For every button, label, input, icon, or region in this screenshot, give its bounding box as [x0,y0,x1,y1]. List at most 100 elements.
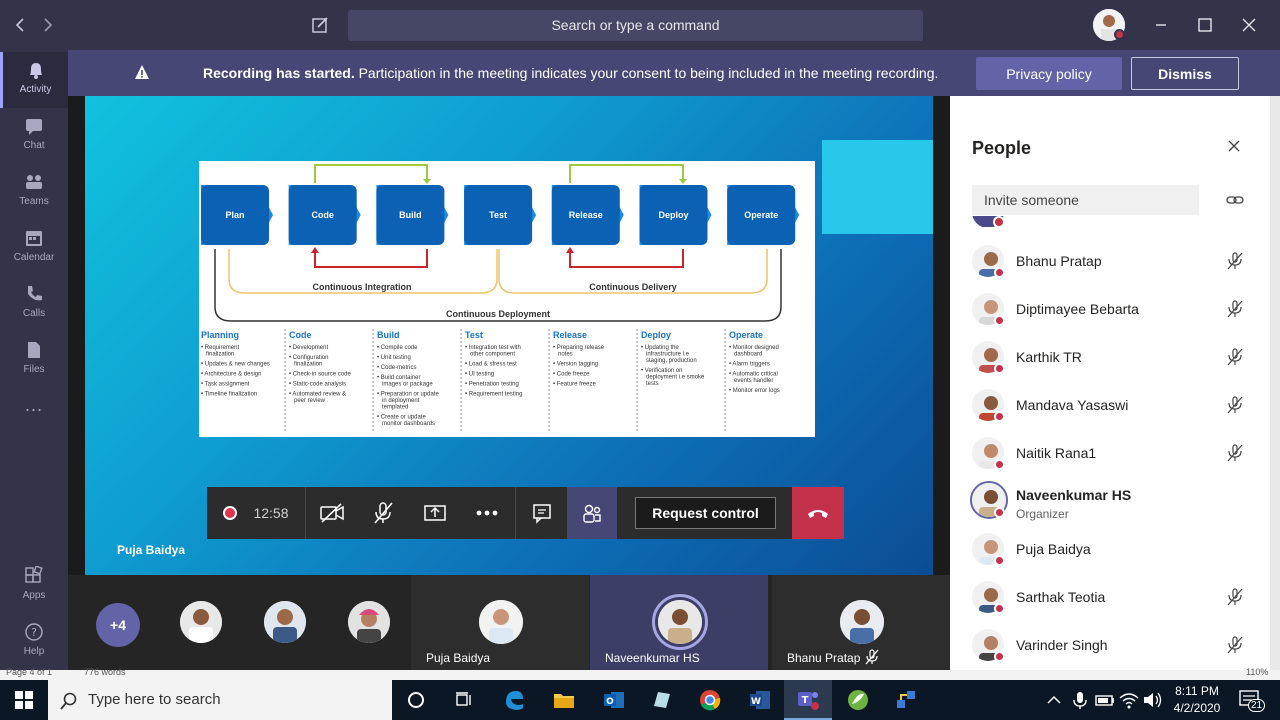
notifications-icon[interactable]: 21 [1238,688,1266,712]
participant-row[interactable]: Naveenkumar HS Organizer [950,477,1270,525]
link-icon[interactable] [1226,192,1244,208]
column-title: Operate [729,330,763,340]
calendar-icon [26,231,42,246]
svg-text:T: T [802,695,809,706]
participant-row[interactable]: Diptimayee Bebarta [950,285,1270,333]
notes-app-icon[interactable] [638,680,686,720]
hang-up-icon [808,510,828,518]
participant-name: Sarthak Teotia [1016,589,1106,605]
video-tile-active-speaker[interactable]: Naveenkumar HS [590,575,768,670]
command-search-input[interactable]: Search or type a command [348,10,923,41]
phone-icon [28,286,42,301]
share-screen-icon [424,505,446,521]
forward-icon[interactable] [36,13,60,37]
column-item: • Requirement finalization [201,345,239,358]
more-actions-button[interactable] [461,487,513,539]
rail-files[interactable]: Files [0,332,68,388]
rail-apps[interactable]: Apps [0,558,68,614]
new-chat-icon[interactable] [308,13,332,37]
avatar[interactable] [180,601,222,643]
avatar [658,600,702,644]
avatar [840,600,884,644]
battery-icon[interactable] [1094,690,1118,714]
participant-row[interactable]: Naitik Rana1 [950,429,1270,477]
video-tile[interactable]: Puja Baidya [411,575,589,670]
task-view-icon[interactable] [440,680,488,720]
devops-slide: Plan Code Build Test Release Deploy Operate Co… [199,161,815,437]
taskbar-clock[interactable]: 8:11 PM 4/2/2020 [1168,683,1226,717]
search-icon [60,692,77,710]
avatar[interactable] [348,601,390,643]
rail-calls[interactable]: Calls [0,276,68,332]
file-explorer-icon[interactable] [540,680,588,720]
apps-icon [25,566,43,583]
scrollbar[interactable] [1270,96,1280,670]
rail-activity[interactable]: Activity [0,52,68,108]
microphone-icon[interactable] [1070,690,1094,714]
windows-start-icon[interactable] [12,688,36,712]
participant-row[interactable]: Bhanu Pratap [950,237,1270,285]
word-icon[interactable]: W [736,680,784,720]
column-title: Build [377,330,400,340]
more-participants-button[interactable]: +4 [96,603,140,647]
column-item: • Updating the infrastructure i.e staging,… [641,345,697,364]
dismiss-button[interactable]: Dismiss [1131,57,1239,90]
show-participants-button[interactable] [567,487,617,539]
chevron-up-icon[interactable] [1044,690,1068,714]
show-chat-button[interactable] [515,487,567,539]
rail-more[interactable]: ... [0,390,68,446]
mic-off-icon [1226,299,1244,319]
taskbar-search-input[interactable]: Type here to search [48,680,392,720]
chat-icon [26,119,42,135]
status-badge [994,555,1005,566]
minimize-icon[interactable] [1148,12,1174,38]
wifi-icon[interactable] [1118,690,1142,714]
edge-icon[interactable] [490,680,538,720]
outlook-icon[interactable]: O [590,680,638,720]
mic-off-button[interactable] [357,487,409,539]
rail-calendar[interactable]: Calendar [0,220,68,276]
column-item: • Check-in source code [289,372,351,378]
participant-row[interactable]: Karthik TR [950,333,1270,381]
request-control-button[interactable]: Request control [635,497,776,529]
rail-label: Calendar [13,252,55,263]
privacy-policy-button[interactable]: Privacy policy [976,57,1122,90]
cortana-icon[interactable] [392,680,440,720]
close-window-icon[interactable] [1236,12,1262,38]
hang-up-button[interactable] [792,487,844,539]
participant-name: Naveenkumar HS [1016,487,1132,503]
participant-row[interactable]: Mandava Yasaswi [950,381,1270,429]
column-item: • Penetration testing [465,382,519,388]
column-item: • Integration test with other component [465,345,521,358]
network-app-icon[interactable] [882,680,930,720]
pipeline-stage-label: Build [399,210,422,220]
chrome-icon[interactable] [686,680,734,720]
share-screen-button[interactable] [409,487,461,539]
invite-someone-input[interactable] [972,185,1199,215]
rail-chat[interactable]: Chat [0,108,68,164]
participant-row[interactable]: Puja Baidya [950,525,1270,573]
back-icon[interactable] [8,13,32,37]
rail-help[interactable]: ? Help [0,614,68,670]
column-item: • Unit testing [377,355,411,361]
banner-text: Participation in the meeting indicates y… [358,65,939,81]
maximize-icon[interactable] [1192,12,1218,38]
camera-off-button[interactable] [305,487,357,539]
column-item: • Compile code [377,345,418,351]
teams-taskbar-icon[interactable]: T [784,680,832,720]
video-tile[interactable]: Bhanu Pratap [772,575,950,670]
volume-icon[interactable] [1142,690,1166,714]
status-badge [994,267,1005,278]
mic-off-icon [1226,443,1244,463]
participant-row[interactable]: Varinder Singh [950,621,1270,669]
participant-row[interactable]: Sarthak Teotia [950,573,1270,621]
spring-tool-icon[interactable] [834,680,882,720]
column-item: • Configuration finalization [289,355,328,368]
svg-text:O: O [606,697,614,707]
close-icon[interactable] [1226,138,1242,154]
avatar[interactable] [264,601,306,643]
avatar [479,600,523,644]
rail-teams[interactable]: Teams [0,164,68,220]
pipeline-stage-label: Code [311,210,334,220]
mic-off-icon [1226,251,1244,271]
